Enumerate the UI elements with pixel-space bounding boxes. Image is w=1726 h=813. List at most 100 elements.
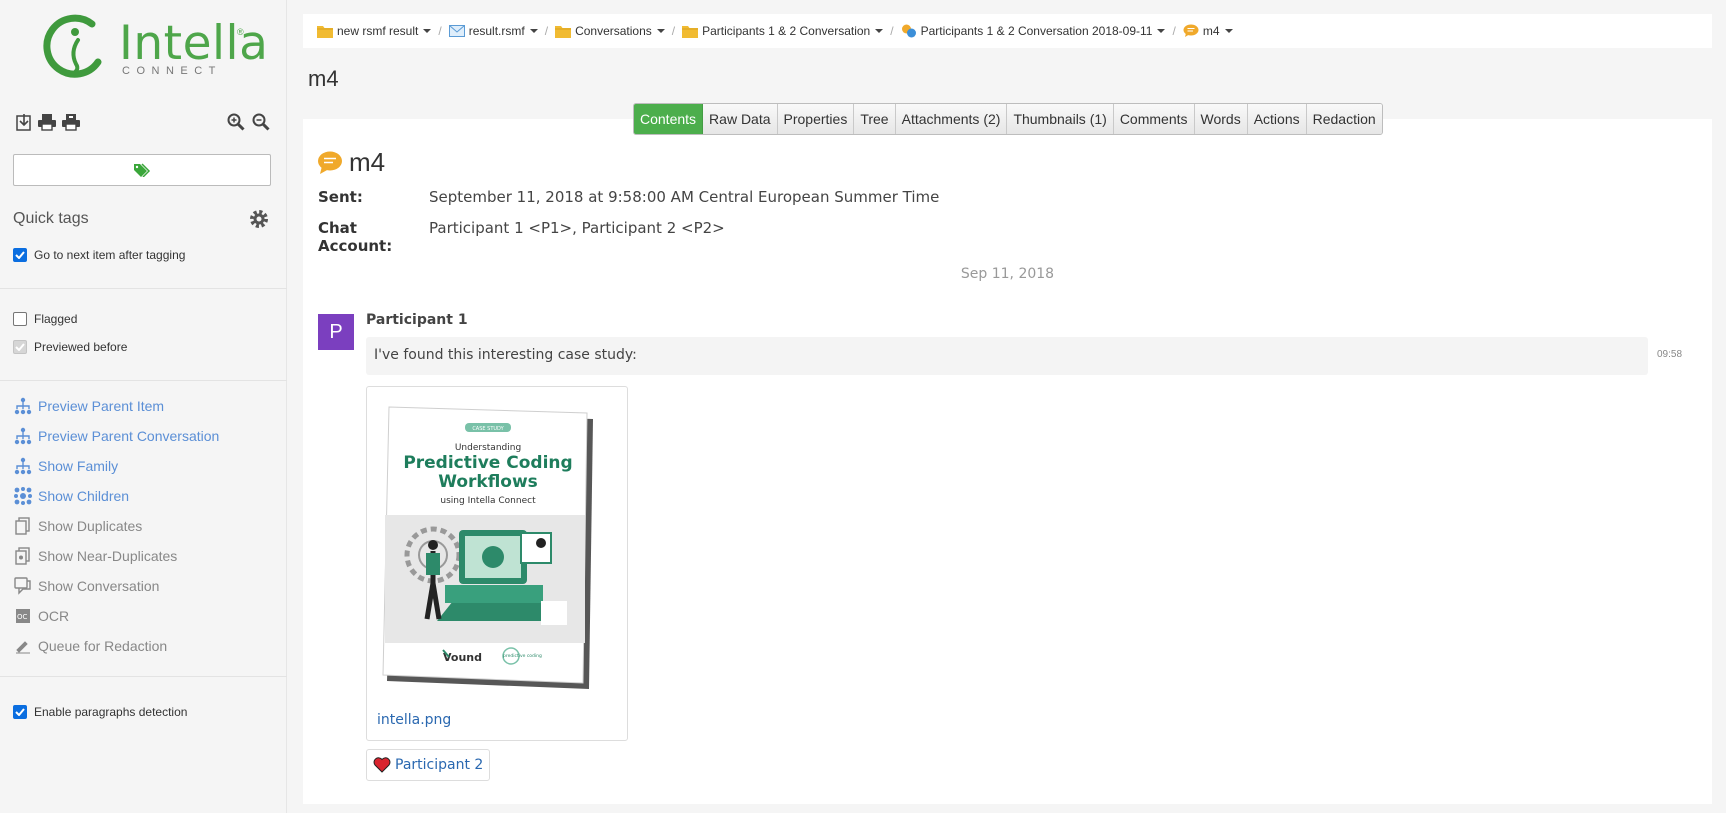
intella-logo: Intella ® CONNECT	[42, 12, 268, 82]
email-icon	[448, 24, 466, 38]
attachment-filename-link[interactable]: intella.png	[377, 712, 451, 728]
folder-icon	[682, 24, 699, 38]
paragraphs-checkbox[interactable]	[13, 705, 27, 719]
tab-redaction[interactable]: Redaction	[1306, 104, 1382, 134]
intella-logo-icon	[43, 14, 102, 78]
ocr-action: OC OCR	[13, 606, 69, 626]
chevron-down-icon[interactable]	[1157, 29, 1166, 33]
chat-account-label: Chat Account:	[318, 219, 393, 255]
redaction-icon	[13, 636, 33, 656]
reaction-participant-link[interactable]: Participant 2	[395, 757, 483, 773]
message-title: m4	[317, 147, 385, 178]
content-panel: m4 Sent: September 11, 2018 at 9:58:00 A…	[303, 119, 1712, 804]
chevron-down-icon[interactable]	[529, 29, 538, 33]
svg-text:Understanding: Understanding	[455, 443, 521, 453]
tab-attachments[interactable]: Attachments (2)	[895, 104, 1008, 134]
breadcrumb-item-m4[interactable]: m4	[1183, 24, 1233, 38]
chat-message-icon	[1183, 24, 1200, 38]
show-children-action[interactable]: Show Children	[13, 486, 129, 506]
go-next-checkbox[interactable]	[13, 248, 27, 262]
go-next-label: Go to next item after tagging	[34, 248, 186, 262]
gear-icon[interactable]	[248, 208, 270, 230]
flagged-label: Flagged	[34, 312, 78, 326]
tab-thumbnails[interactable]: Thumbnails (1)	[1007, 104, 1114, 134]
message-timestamp: 09:58	[1657, 349, 1683, 360]
preview-parent-item-action[interactable]: Preview Parent Item	[13, 396, 164, 416]
folder-icon	[555, 24, 572, 38]
breadcrumb-item-participants-conversation-date[interactable]: Participants 1 & 2 Conversation 2018-09-…	[901, 24, 1166, 38]
heart-icon	[373, 757, 391, 773]
queue-for-redaction-action: Queue for Redaction	[13, 636, 167, 656]
hierarchy-icon	[13, 396, 33, 416]
tab-properties[interactable]: Properties	[777, 104, 855, 134]
paragraphs-label: Enable paragraphs detection	[34, 705, 188, 719]
chat-account-value: Participant 1 <P1>, Participant 2 <P2>	[429, 219, 725, 237]
download-icon[interactable]	[14, 112, 34, 132]
page-title: m4	[308, 66, 339, 91]
print-alt-icon[interactable]	[61, 112, 81, 132]
preview-parent-conversation-action[interactable]: Preview Parent Conversation	[13, 426, 219, 446]
svg-text:Vound: Vound	[443, 651, 482, 664]
attachment-card[interactable]: CASE STUDY Understanding Predictive Codi…	[366, 386, 628, 741]
flagged-checkbox-row[interactable]: Flagged	[13, 312, 77, 326]
breadcrumb-item-conversations[interactable]: Conversations	[555, 24, 665, 38]
attachment-thumbnail[interactable]: CASE STUDY Understanding Predictive Codi…	[381, 405, 595, 690]
svg-text:CASE STUDY: CASE STUDY	[472, 426, 504, 432]
conversation-icon	[13, 576, 33, 596]
message-bubble: I've found this interesting case study:	[366, 337, 1648, 375]
zoom-in-icon[interactable]	[226, 112, 246, 132]
sent-label: Sent:	[318, 188, 363, 206]
chevron-down-icon[interactable]	[656, 29, 665, 33]
tab-contents[interactable]: Contents	[634, 104, 704, 134]
chevron-down-icon[interactable]	[423, 29, 432, 33]
chat-message-icon	[318, 151, 342, 174]
tab-tree[interactable]: Tree	[854, 104, 896, 134]
svg-text:using Intella Connect: using Intella Connect	[440, 496, 536, 506]
folder-icon	[317, 24, 334, 38]
breadcrumb: new rsmf result / result.rsmf / Conversa…	[303, 14, 1712, 48]
tab-raw-data[interactable]: Raw Data	[703, 104, 778, 134]
sender-name: Participant 1	[366, 312, 468, 328]
hierarchy-icon	[13, 426, 33, 446]
svg-text:Workflows: Workflows	[438, 472, 538, 492]
print-icon[interactable]	[37, 112, 57, 132]
children-icon	[13, 486, 33, 506]
tab-comments[interactable]: Comments	[1113, 104, 1195, 134]
content-tabs: Contents Raw Data Properties Tree Attach…	[633, 103, 1383, 135]
go-next-checkbox-row[interactable]: Go to next item after tagging	[13, 248, 185, 262]
ocr-icon: OC	[13, 606, 33, 626]
logo-subtitle: CONNECT	[122, 65, 222, 77]
chevron-down-icon[interactable]	[1224, 29, 1233, 33]
quick-tag-input[interactable]	[13, 154, 271, 186]
paragraphs-checkbox-row[interactable]: Enable paragraphs detection	[13, 705, 187, 719]
breadcrumb-item-result-rsmf[interactable]: result.rsmf	[448, 24, 538, 38]
previewed-checkbox-row: Previewed before	[13, 340, 127, 354]
zoom-out-icon[interactable]	[251, 112, 271, 132]
hierarchy-icon	[13, 456, 33, 476]
sent-value: September 11, 2018 at 9:58:00 AM Central…	[429, 188, 940, 206]
avatar: P	[318, 314, 354, 350]
reaction-badge[interactable]: Participant 2	[366, 749, 491, 781]
conversation-icon	[901, 24, 918, 38]
flagged-checkbox[interactable]	[13, 312, 27, 326]
tab-actions[interactable]: Actions	[1247, 104, 1307, 134]
breadcrumb-item-participants-conversation[interactable]: Participants 1 & 2 Conversation	[682, 24, 884, 38]
duplicates-icon	[13, 516, 33, 536]
sidebar: Intella ® CONNECT Quick tags Go to next …	[0, 0, 287, 813]
svg-text:predictive coding: predictive coding	[503, 653, 542, 659]
show-duplicates-action: Show Duplicates	[13, 516, 142, 536]
previewed-checkbox	[13, 340, 27, 354]
show-family-action[interactable]: Show Family	[13, 456, 118, 476]
previewed-label: Previewed before	[34, 340, 128, 354]
date-divider: Sep 11, 2018	[960, 266, 1055, 282]
svg-text:Predictive Coding: Predictive Coding	[403, 453, 572, 473]
chevron-down-icon[interactable]	[875, 29, 884, 33]
show-near-duplicates-action: Show Near-Duplicates	[13, 546, 177, 566]
quick-tags-label: Quick tags	[13, 210, 89, 227]
logo-wordmark: Intella	[119, 16, 269, 71]
tab-words[interactable]: Words	[1194, 104, 1248, 134]
breadcrumb-item-new-rsmf-result[interactable]: new rsmf result	[317, 24, 432, 38]
show-conversation-action: Show Conversation	[13, 576, 159, 596]
near-duplicates-icon	[13, 546, 33, 566]
svg-text:OC: OC	[17, 613, 28, 621]
